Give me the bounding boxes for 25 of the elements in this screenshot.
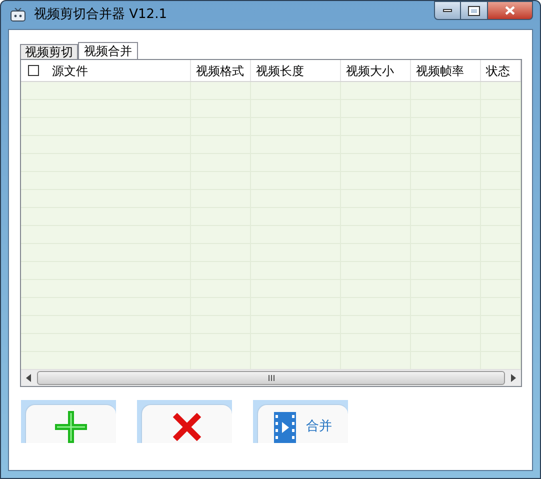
column-header[interactable]: 视频帧率	[411, 60, 481, 81]
merge-button[interactable]: 合并	[257, 404, 348, 443]
scrollbar-thumb[interactable]	[37, 371, 505, 385]
tab[interactable]: 视频剪切	[20, 44, 78, 59]
window-title: 视频剪切合并器 V12.1	[34, 6, 167, 24]
horizontal-scrollbar[interactable]	[21, 369, 521, 386]
tv-icon	[10, 8, 26, 22]
scroll-right-icon[interactable]	[510, 374, 516, 382]
close-button[interactable]	[487, 1, 533, 20]
maximize-button[interactable]	[461, 1, 487, 20]
delete-icon	[173, 413, 201, 441]
tab[interactable]: 视频合并	[78, 42, 138, 59]
grip-icon	[268, 375, 274, 381]
column-header[interactable]: 视频大小	[341, 60, 411, 81]
column-header[interactable]: 源文件	[47, 60, 191, 81]
column-header[interactable]: 视频长度	[251, 60, 341, 81]
scroll-left-icon[interactable]	[26, 374, 32, 382]
close-icon	[505, 6, 515, 15]
column-header[interactable]: 状态	[481, 60, 521, 81]
film-play-icon	[274, 412, 296, 442]
select-all-checkbox[interactable]	[28, 65, 39, 76]
delete-button[interactable]	[141, 404, 232, 443]
plus-icon	[54, 410, 88, 444]
column-header[interactable]: 视频格式	[191, 60, 251, 81]
minimize-button[interactable]	[434, 1, 461, 20]
